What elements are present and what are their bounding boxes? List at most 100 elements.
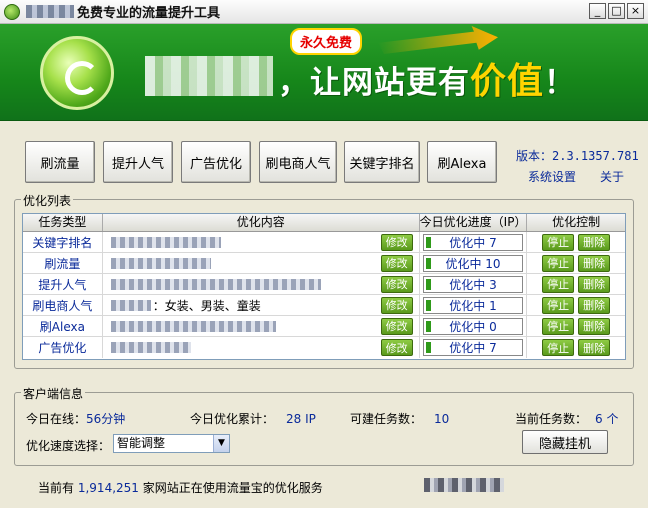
window-title: 免费专业的流量提升工具: [77, 6, 221, 21]
maximize-button[interactable]: □: [608, 3, 625, 19]
title-bar: 免费专业的流量提升工具 _ □ ×: [0, 0, 648, 24]
stop-button[interactable]: 停止: [542, 296, 575, 314]
progress-ip: 3: [489, 277, 497, 292]
speed-label: 优化速度选择：: [26, 439, 111, 453]
stop-button[interactable]: 停止: [542, 233, 575, 251]
delete-button[interactable]: 删除: [578, 317, 611, 335]
current-tasks: 当前任务数： 6 个: [515, 412, 619, 426]
footer-status: 当前有 1,914,251 家网站正在使用流量宝的优化服务: [38, 481, 323, 495]
progress-bar: 优化中 1: [423, 296, 523, 314]
table-row[interactable]: 广告优化 修改 优化中 7 停止 删除: [23, 337, 625, 358]
content-redacted: [110, 278, 321, 290]
version-label: 版本：2.3.1357.781: [516, 149, 639, 163]
progress-status: 优化中: [449, 277, 486, 292]
stop-button[interactable]: 停止: [542, 339, 575, 356]
task-type: 关键字排名: [23, 232, 103, 252]
about-link[interactable]: 关于: [600, 168, 624, 185]
close-button[interactable]: ×: [627, 3, 644, 19]
header-progress[interactable]: 今日优化进度（IP）: [420, 214, 528, 231]
edit-button[interactable]: 修改: [380, 254, 413, 272]
edit-button[interactable]: 修改: [380, 339, 413, 356]
delete-button[interactable]: 删除: [578, 339, 611, 356]
chevron-down-icon[interactable]: ▼: [213, 435, 229, 452]
content-redacted: [110, 342, 191, 353]
stop-button[interactable]: 停止: [542, 275, 575, 293]
delete-button[interactable]: 删除: [578, 254, 611, 272]
online-time: 今日在线：56分钟: [26, 412, 126, 426]
table-row[interactable]: 刷流量 修改 优化中 10 停止 删除: [23, 253, 625, 274]
progress-ip: 1: [489, 298, 497, 313]
progress-ip: 0: [489, 319, 497, 334]
progress-fill: [426, 278, 431, 290]
progress-status: 优化中: [449, 298, 486, 313]
content-redacted: [110, 320, 276, 332]
progress-ip: 7: [489, 235, 497, 250]
header-content[interactable]: 优化内容: [103, 214, 420, 231]
edit-button[interactable]: 修改: [380, 317, 413, 335]
ecommerce-button[interactable]: 刷电商人气: [259, 141, 337, 183]
task-type: 广告优化: [23, 337, 103, 358]
banner-slogan: ，让网站更有价值！: [278, 61, 577, 102]
task-type: 刷流量: [23, 253, 103, 273]
progress-ip: 10: [485, 256, 501, 271]
header-control[interactable]: 优化控制: [527, 214, 625, 231]
table-row[interactable]: 关键字排名 修改 优化中 7 停止 删除: [23, 232, 625, 253]
banner: 永久免费 ，让网站更有价值！: [0, 24, 648, 121]
delete-button[interactable]: 删除: [578, 233, 611, 251]
progress-status: 优化中: [449, 319, 486, 334]
task-type: 刷Alexa: [23, 316, 103, 336]
progress-fill: [426, 257, 431, 269]
alexa-button[interactable]: 刷Alexa: [427, 141, 497, 183]
settings-link[interactable]: 系统设置: [528, 168, 576, 185]
table-row[interactable]: 刷Alexa 修改 优化中 0 停止 删除: [23, 316, 625, 337]
traffic-button[interactable]: 刷流量: [25, 141, 95, 183]
hide-button[interactable]: 隐藏挂机: [522, 430, 608, 454]
footer-redacted: [424, 478, 504, 492]
edit-button[interactable]: 修改: [380, 275, 413, 293]
content-redacted: [110, 299, 151, 311]
stop-button[interactable]: 停止: [542, 254, 575, 272]
arrow-icon: [378, 26, 498, 54]
title-redacted: [26, 5, 74, 18]
table-row[interactable]: 刷电商人气 ：女装、男装、童装 修改 优化中 1 停止 删除: [23, 295, 625, 316]
progress-ip: 7: [489, 341, 497, 355]
banner-logo-icon: [40, 36, 114, 110]
task-type: 提升人气: [23, 274, 103, 294]
task-type: 刷电商人气: [23, 295, 103, 315]
delete-button[interactable]: 删除: [578, 296, 611, 314]
stop-button[interactable]: 停止: [542, 317, 575, 335]
speed-select[interactable]: 智能调整 ▼: [113, 434, 230, 453]
popularity-button[interactable]: 提升人气: [103, 141, 173, 183]
edit-button[interactable]: 修改: [380, 296, 413, 314]
progress-bar: 优化中 3: [423, 275, 523, 293]
task-content: ：女装、男装、童装: [152, 298, 261, 313]
progress-fill: [426, 236, 431, 248]
ad-optimize-button[interactable]: 广告优化: [181, 141, 251, 183]
speed-value: 智能调整: [117, 436, 166, 450]
client-info-group: 客户端信息: [14, 385, 634, 466]
progress-bar: 优化中 7: [423, 339, 523, 356]
progress-status: 优化中: [449, 235, 486, 250]
progress-status: 优化中: [445, 256, 482, 271]
banner-brand-redacted: [145, 56, 273, 96]
edit-button[interactable]: 修改: [380, 233, 413, 251]
delete-button[interactable]: 删除: [578, 275, 611, 293]
app-logo-icon: [4, 3, 20, 20]
minimize-button[interactable]: _: [589, 3, 606, 19]
progress-bar: 优化中 0: [423, 317, 523, 335]
progress-fill: [426, 320, 431, 332]
task-table: 任务类型 优化内容 今日优化进度（IP） 优化控制 关键字排名 修改 优化中 7…: [22, 213, 626, 360]
client-info-title: 客户端信息: [21, 385, 86, 402]
content-redacted: [110, 236, 221, 248]
progress-fill: [426, 342, 431, 353]
progress-bar: 优化中 7: [423, 233, 523, 251]
total-ip: 今日优化累计： 28 IP: [190, 412, 316, 426]
available-tasks: 可建任务数： 10: [350, 412, 450, 426]
free-badge: 永久免费: [290, 28, 363, 55]
progress-bar: 优化中 10: [423, 254, 523, 272]
header-type[interactable]: 任务类型: [23, 214, 103, 231]
task-list-title: 优化列表: [21, 192, 74, 209]
progress-status: 优化中: [449, 341, 486, 355]
keyword-rank-button[interactable]: 关键字排名: [344, 141, 420, 183]
table-row[interactable]: 提升人气 修改 优化中 3 停止 删除: [23, 274, 625, 295]
